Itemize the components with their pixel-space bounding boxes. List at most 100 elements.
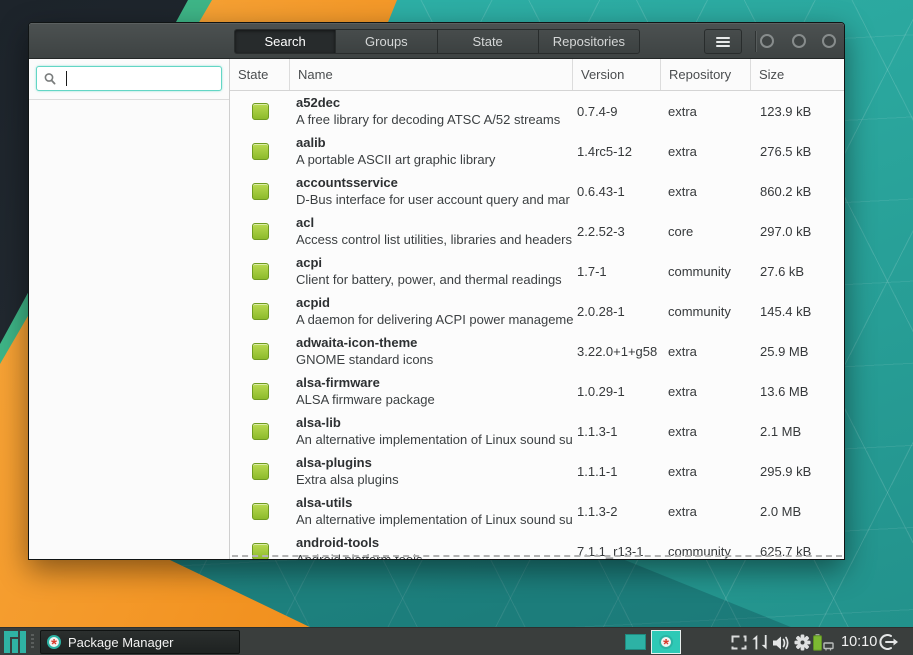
state-cell bbox=[230, 251, 290, 291]
taskbar-item-label: Package Manager bbox=[68, 635, 174, 650]
battery-icon[interactable] bbox=[813, 634, 835, 651]
package-name: aalib bbox=[296, 135, 573, 151]
installed-state-icon[interactable] bbox=[252, 423, 269, 440]
state-cell bbox=[230, 171, 290, 211]
sidebar-list[interactable] bbox=[29, 99, 229, 559]
package-repository: extra bbox=[661, 371, 751, 411]
package-version: 1.0.29-1 bbox=[573, 371, 661, 411]
package-name: alsa-utils bbox=[296, 495, 573, 511]
installed-state-icon[interactable] bbox=[252, 263, 269, 280]
name-cell: aalib A portable ASCII art graphic libra… bbox=[290, 131, 573, 171]
installed-state-icon[interactable] bbox=[252, 463, 269, 480]
table-row[interactable]: acl Access control list utilities, libra… bbox=[230, 211, 844, 251]
table-row[interactable]: aalib A portable ASCII art graphic libra… bbox=[230, 131, 844, 171]
clock[interactable]: 10:10 bbox=[841, 628, 877, 655]
table-row[interactable]: acpid A daemon for delivering ACPI power… bbox=[230, 291, 844, 331]
pamac-tray-icon[interactable] bbox=[651, 630, 681, 654]
window-control-button-2[interactable] bbox=[792, 34, 806, 48]
package-size: 860.2 kB bbox=[751, 171, 844, 211]
settings-gear-icon[interactable] bbox=[794, 634, 811, 651]
package-repository: core bbox=[661, 211, 751, 251]
package-version: 3.22.0+1+g58 bbox=[573, 331, 661, 371]
table-row[interactable]: a52dec A free library for decoding ATSC … bbox=[230, 91, 844, 131]
package-size: 297.0 kB bbox=[751, 211, 844, 251]
package-name: acl bbox=[296, 215, 573, 231]
package-version: 1.4rc5-12 bbox=[573, 131, 661, 171]
network-arrows-icon[interactable] bbox=[751, 634, 770, 651]
installed-state-icon[interactable] bbox=[252, 343, 269, 360]
table-row[interactable]: adwaita-icon-theme GNOME standard icons … bbox=[230, 331, 844, 371]
package-name: acpi bbox=[296, 255, 573, 271]
package-version: 1.1.3-2 bbox=[573, 491, 661, 531]
table-row[interactable]: alsa-utils An alternative implementation… bbox=[230, 491, 844, 531]
column-header-version[interactable]: Version bbox=[573, 59, 661, 90]
package-size: 295.9 kB bbox=[751, 451, 844, 491]
package-version: 1.7-1 bbox=[573, 251, 661, 291]
column-header-size[interactable]: Size bbox=[751, 59, 844, 90]
desktop: Search Groups State Repositories bbox=[0, 0, 913, 655]
hamburger-menu-icon[interactable] bbox=[704, 29, 742, 54]
package-description: ALSA firmware package bbox=[296, 391, 573, 408]
package-manager-window: Search Groups State Repositories bbox=[28, 22, 845, 560]
window-control-button-1[interactable] bbox=[760, 34, 774, 48]
installed-state-icon[interactable] bbox=[252, 103, 269, 120]
package-size: 276.5 kB bbox=[751, 131, 844, 171]
state-cell bbox=[230, 331, 290, 371]
package-size: 25.9 MB bbox=[751, 331, 844, 371]
package-name: alsa-lib bbox=[296, 415, 573, 431]
workspace-pager[interactable] bbox=[625, 634, 646, 650]
installed-state-icon[interactable] bbox=[252, 143, 269, 160]
installed-state-icon[interactable] bbox=[252, 383, 269, 400]
name-cell: alsa-plugins Extra alsa plugins bbox=[290, 451, 573, 491]
package-repository: extra bbox=[661, 491, 751, 531]
table-row[interactable]: alsa-plugins Extra alsa plugins 1.1.1-1 … bbox=[230, 451, 844, 491]
installed-state-icon[interactable] bbox=[252, 303, 269, 320]
installed-state-icon[interactable] bbox=[252, 223, 269, 240]
table-row[interactable]: alsa-firmware ALSA firmware package 1.0.… bbox=[230, 371, 844, 411]
volume-icon[interactable] bbox=[772, 634, 792, 651]
tab-state[interactable]: State bbox=[437, 29, 538, 54]
manjaro-menu-icon[interactable] bbox=[4, 631, 26, 653]
tab-groups[interactable]: Groups bbox=[335, 29, 436, 54]
text-caret bbox=[66, 71, 67, 86]
window-control-button-3[interactable] bbox=[822, 34, 836, 48]
list-overshoot-indicator bbox=[232, 555, 842, 557]
taskbar-item-package-manager[interactable]: Package Manager bbox=[40, 630, 240, 654]
column-header-state[interactable]: State bbox=[230, 59, 290, 90]
package-description: A daemon for delivering ACPI power manag… bbox=[296, 311, 573, 328]
table-row[interactable]: acpi Client for battery, power, and ther… bbox=[230, 251, 844, 291]
package-description: An alternative implementation of Linux s… bbox=[296, 511, 573, 528]
package-repository: extra bbox=[661, 131, 751, 171]
package-repository: community bbox=[661, 291, 751, 331]
name-cell: acpi Client for battery, power, and ther… bbox=[290, 251, 573, 291]
state-cell bbox=[230, 491, 290, 531]
name-cell: alsa-lib An alternative implementation o… bbox=[290, 411, 573, 451]
package-description: A free library for decoding ATSC A/52 st… bbox=[296, 111, 573, 128]
installed-state-icon[interactable] bbox=[252, 183, 269, 200]
column-header-name[interactable]: Name bbox=[290, 59, 573, 90]
logout-icon[interactable] bbox=[878, 633, 898, 655]
package-name: android-tools bbox=[296, 535, 573, 551]
state-cell bbox=[230, 91, 290, 131]
package-description: An alternative implementation of Linux s… bbox=[296, 431, 573, 448]
display-frame-icon[interactable] bbox=[731, 634, 747, 651]
installed-state-icon[interactable] bbox=[252, 503, 269, 520]
table-row[interactable]: accountsservice D-Bus interface for user… bbox=[230, 171, 844, 211]
name-cell: alsa-firmware ALSA firmware package bbox=[290, 371, 573, 411]
tab-repositories[interactable]: Repositories bbox=[538, 29, 640, 54]
package-name: accountsservice bbox=[296, 175, 573, 191]
package-repository: extra bbox=[661, 411, 751, 451]
package-repository: extra bbox=[661, 451, 751, 491]
package-version: 2.2.52-3 bbox=[573, 211, 661, 251]
table-row[interactable]: alsa-lib An alternative implementation o… bbox=[230, 411, 844, 451]
package-repository: community bbox=[661, 251, 751, 291]
column-header-repository[interactable]: Repository bbox=[661, 59, 751, 90]
package-description: GNOME standard icons bbox=[296, 351, 573, 368]
search-input[interactable] bbox=[36, 66, 222, 91]
package-description: Client for battery, power, and thermal r… bbox=[296, 271, 573, 288]
package-version: 0.7.4-9 bbox=[573, 91, 661, 131]
tab-search[interactable]: Search bbox=[234, 29, 335, 54]
package-description: Extra alsa plugins bbox=[296, 471, 573, 488]
state-cell bbox=[230, 291, 290, 331]
taskbar-grip[interactable] bbox=[31, 634, 34, 650]
